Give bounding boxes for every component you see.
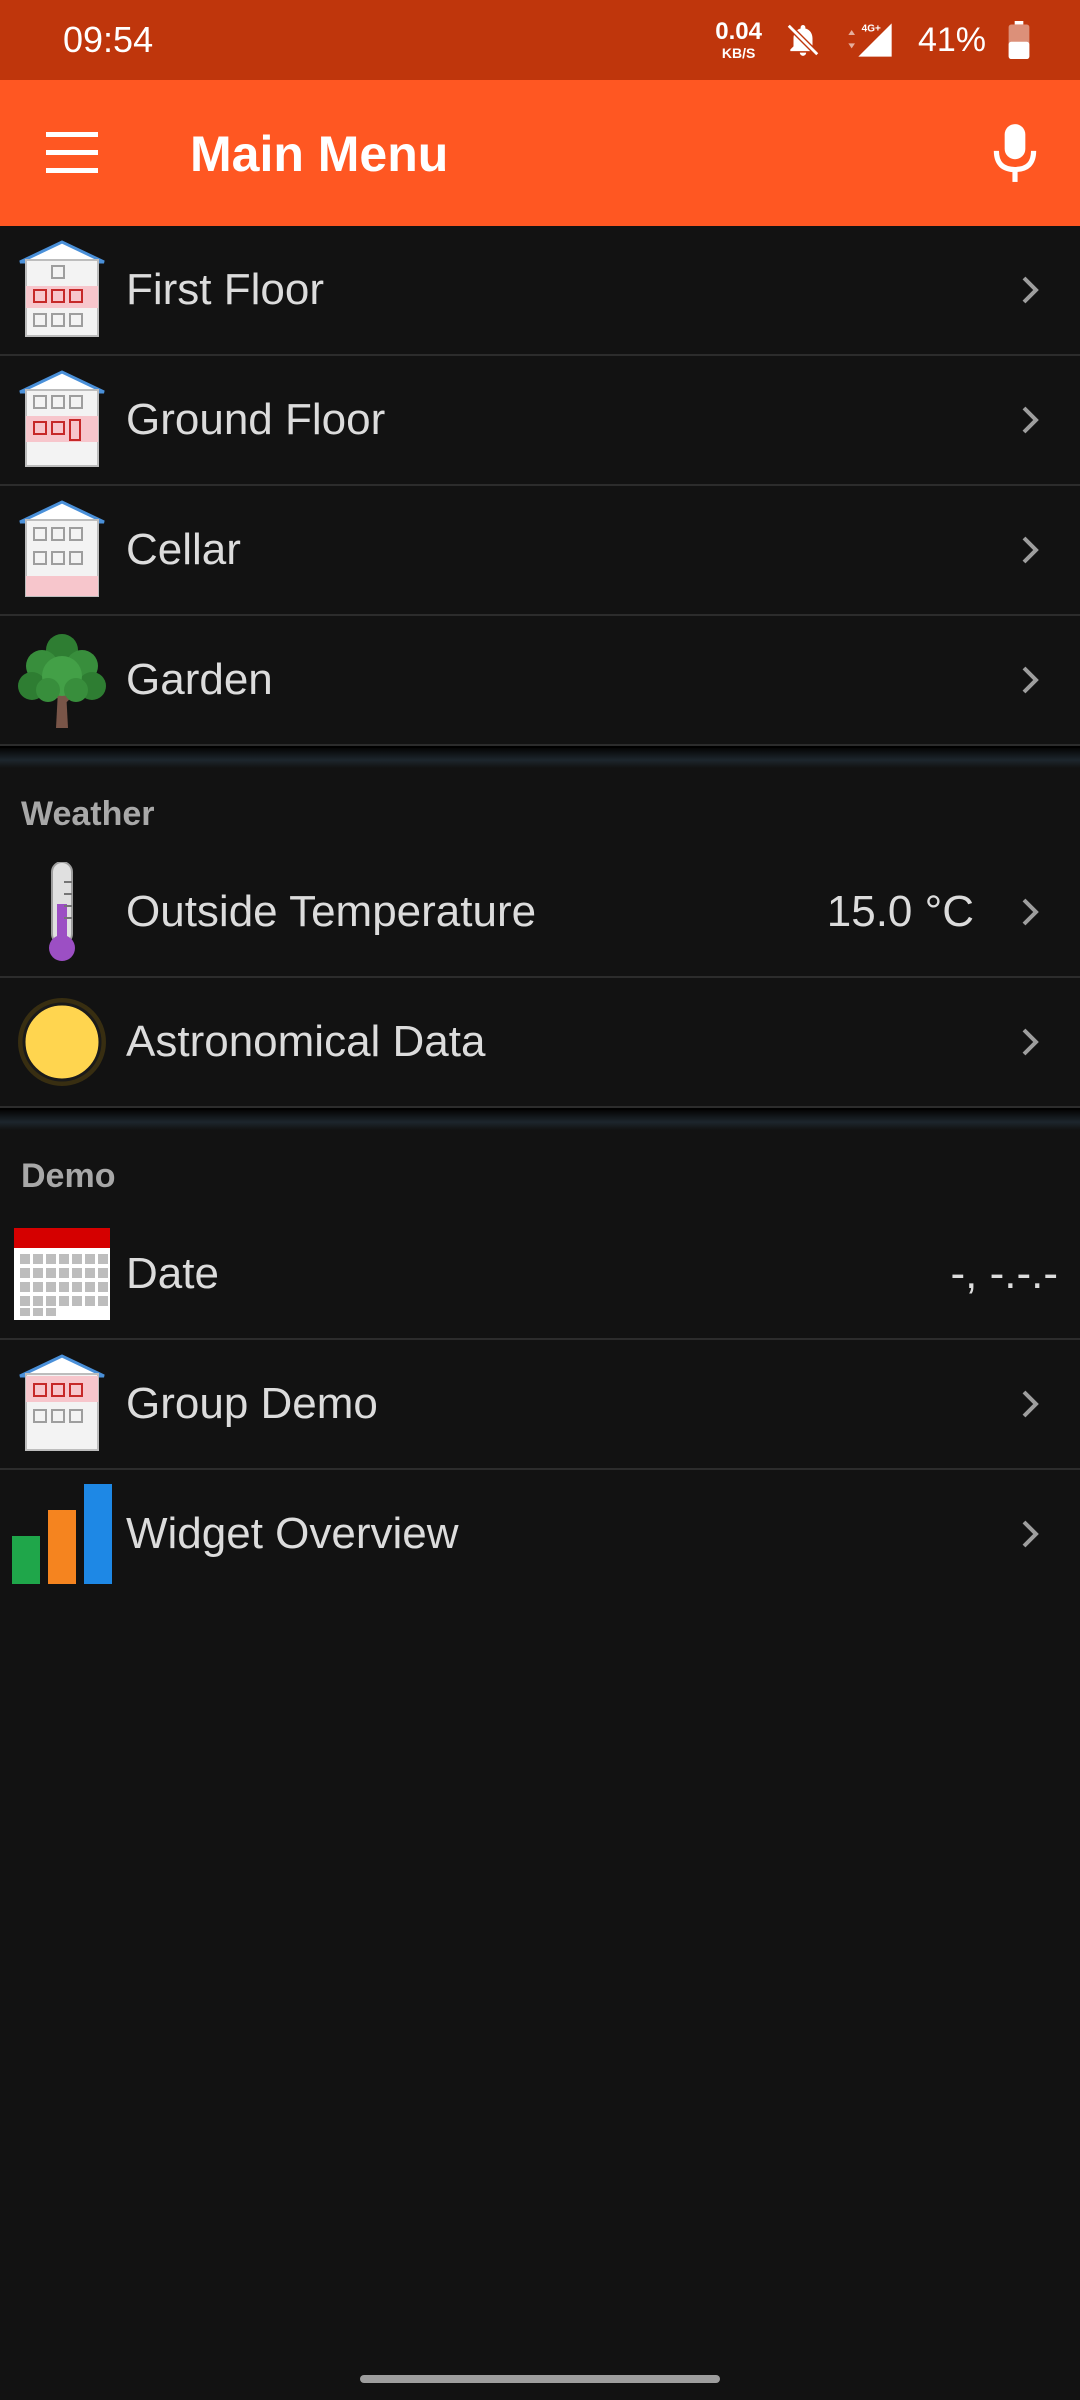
chevron-right-icon xyxy=(1022,1520,1039,1548)
app-bar: Main Menu xyxy=(0,80,1080,226)
bar-chart-icon xyxy=(12,1484,112,1584)
chevron-right-icon xyxy=(1022,1390,1039,1418)
section-divider xyxy=(0,746,1080,768)
sun-icon xyxy=(18,998,106,1086)
status-time: 09:54 xyxy=(63,19,154,60)
list-item-label: Garden xyxy=(126,655,273,704)
list-item-label: First Floor xyxy=(126,265,324,314)
list-item-label: Astronomical Data xyxy=(126,1017,486,1066)
temperature-value: 15.0 °C xyxy=(826,887,974,936)
list-item-label: Ground Floor xyxy=(126,395,386,444)
net-speed: 0.04 KB/S xyxy=(715,18,762,61)
tree-icon xyxy=(18,634,106,728)
date-value: -, -.-.- xyxy=(950,1249,1058,1298)
section-header-demo: Demo xyxy=(21,1157,116,1195)
battery-percent: 41% xyxy=(917,20,986,59)
house-first-floor-icon xyxy=(19,240,105,337)
list-item-astronomical-data[interactable]: Astronomical Data xyxy=(0,978,1080,1108)
sitemap-list: First Floor Ground Floor Cellar Garden W… xyxy=(0,226,1080,1598)
section-header-weather: Weather xyxy=(21,795,155,833)
list-item-ground-floor[interactable]: Ground Floor xyxy=(0,356,1080,486)
list-item-label: Date xyxy=(126,1249,219,1298)
list-item-widget-overview[interactable]: Widget Overview xyxy=(0,1470,1080,1598)
calendar-icon xyxy=(14,1228,110,1320)
signal-icon: 4G+ xyxy=(848,23,892,57)
status-bar: 09:54 0.04 KB/S 4G+ 41% xyxy=(0,0,1080,80)
house-ground-floor-icon xyxy=(19,370,105,467)
list-item-outside-temperature[interactable]: Outside Temperature 15.0 °C xyxy=(0,848,1080,978)
list-item-label: Widget Overview xyxy=(126,1509,459,1558)
gesture-navigation-bar[interactable] xyxy=(360,2375,720,2383)
chevron-right-icon xyxy=(1022,536,1039,564)
list-item-cellar[interactable]: Cellar xyxy=(0,486,1080,616)
net-speed-unit: KB/S xyxy=(721,45,756,61)
list-item-label: Group Demo xyxy=(126,1379,378,1428)
chevron-right-icon xyxy=(1022,276,1039,304)
net-speed-value: 0.04 xyxy=(715,18,762,45)
chevron-right-icon xyxy=(1022,666,1039,694)
list-item-group-demo[interactable]: Group Demo xyxy=(0,1340,1080,1470)
page-title: Main Menu xyxy=(190,126,449,182)
list-item-label: Cellar xyxy=(126,525,241,574)
thermometer-icon xyxy=(49,862,75,961)
list-item-garden[interactable]: Garden xyxy=(0,616,1080,746)
bell-off-icon xyxy=(786,23,820,57)
house-cellar-icon xyxy=(19,500,105,597)
hamburger-menu-icon[interactable] xyxy=(46,132,98,174)
section-divider xyxy=(0,1108,1080,1130)
list-item-label: Outside Temperature xyxy=(126,887,537,936)
list-item-date[interactable]: Date -, -.-.- xyxy=(0,1210,1080,1340)
chevron-right-icon xyxy=(1022,898,1039,926)
house-group-icon xyxy=(19,1354,105,1451)
chevron-right-icon xyxy=(1022,406,1039,434)
chevron-right-icon xyxy=(1022,1028,1039,1056)
battery-icon xyxy=(1008,21,1030,59)
microphone-icon[interactable] xyxy=(990,122,1040,184)
list-item-first-floor[interactable]: First Floor xyxy=(0,226,1080,356)
network-type: 4G+ xyxy=(862,24,881,35)
status-icons: 0.04 KB/S 4G+ 41% xyxy=(715,20,1030,60)
